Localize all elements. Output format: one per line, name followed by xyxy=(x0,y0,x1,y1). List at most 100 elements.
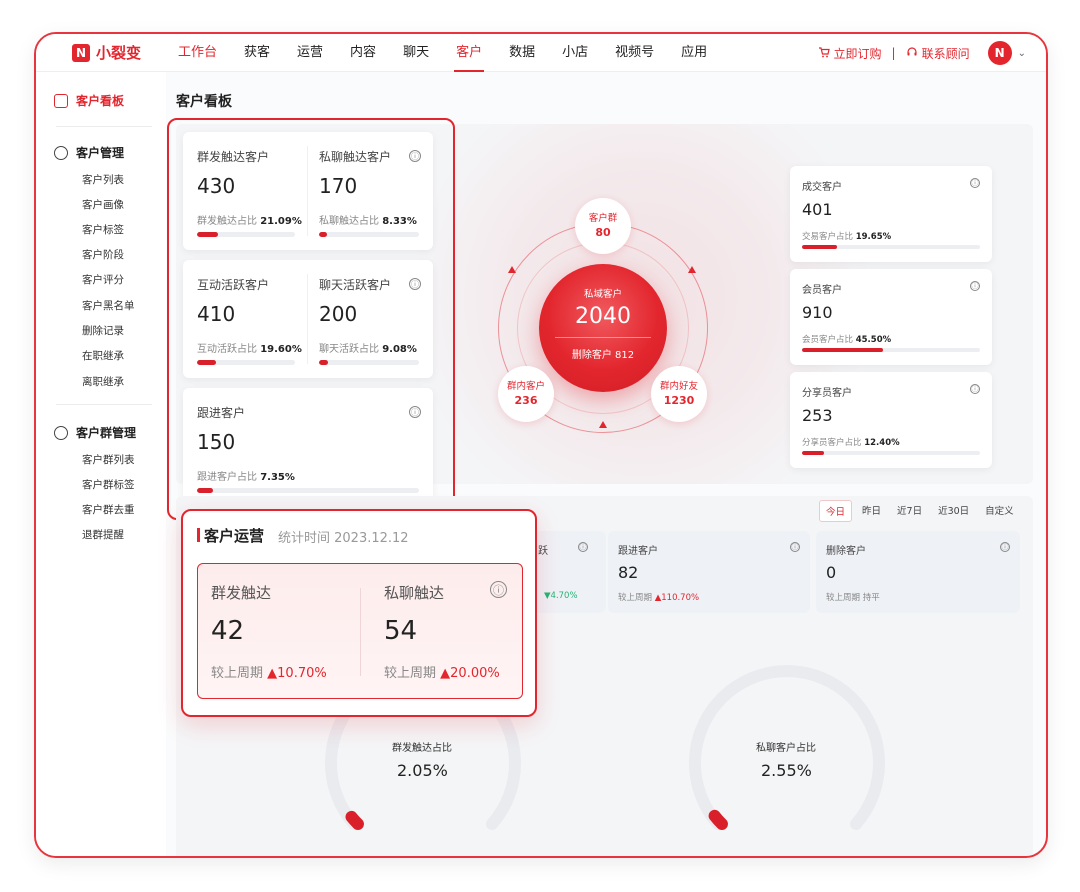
sidebar-item-quit-reminder[interactable]: 退群提醒 xyxy=(82,527,124,542)
nav-operation[interactable]: 运营 xyxy=(297,34,323,72)
info-icon[interactable]: ⓘ xyxy=(970,384,980,394)
metric-label: 删除客户 xyxy=(826,546,866,557)
bubble-in-group-customers[interactable]: 群内客户 236 xyxy=(498,366,554,422)
sidebar-item-group-list[interactable]: 客户群列表 xyxy=(82,452,135,467)
metric-value: 253 xyxy=(802,406,833,425)
sidebar-group-customer-mgmt[interactable]: 客户管理 xyxy=(54,144,124,161)
nav-acquire[interactable]: 获客 xyxy=(244,34,270,72)
gauge-value: 2.05% xyxy=(397,761,448,780)
metric-value: 54 xyxy=(384,616,418,646)
info-icon[interactable]: ⓘ xyxy=(970,178,980,188)
highlight-frame-left xyxy=(167,118,455,520)
info-icon[interactable]: ⓘ xyxy=(970,281,980,291)
metric-value: 910 xyxy=(802,303,833,322)
nav-shop[interactable]: 小店 xyxy=(562,34,588,72)
sidebar-item-resign-inherit[interactable]: 离职继承 xyxy=(82,374,124,389)
sidebar-item-group-dedupe[interactable]: 客户群去重 xyxy=(82,502,135,517)
tab-7days[interactable]: 近7日 xyxy=(891,500,928,522)
private-customers-label: 私域客户 xyxy=(583,289,622,300)
metric-compare: 较上周期 持平 xyxy=(826,593,880,603)
bubble-value: 80 xyxy=(595,226,611,239)
sidebar-item-board[interactable]: 客户看板 xyxy=(54,92,124,109)
metric-value: 82 xyxy=(618,563,639,582)
metric-label: 跃 xyxy=(538,546,548,557)
nav-apps[interactable]: 应用 xyxy=(681,34,707,72)
bubble-group-friends[interactable]: 群内好友 1230 xyxy=(651,366,707,422)
sidebar-group-customer-groups[interactable]: 客户群管理 xyxy=(54,424,136,441)
info-icon[interactable]: ⓘ xyxy=(790,542,800,552)
sidebar-item-delete-records[interactable]: 删除记录 xyxy=(82,323,124,338)
private-customers-value: 2040 xyxy=(575,304,631,329)
ratio-bar xyxy=(802,451,980,455)
sidebar-item-onjob-inherit[interactable]: 在职继承 xyxy=(82,348,124,363)
top-separator: | xyxy=(891,46,896,60)
metric-value: 401 xyxy=(802,200,833,219)
ops-card-followup: 跟进客户 ⓘ 82 较上周期 ▲110.70% xyxy=(608,531,810,613)
gauge-fill xyxy=(708,809,728,831)
sidebar-group-title: 客户群管理 xyxy=(76,426,137,440)
sidebar-item-blacklist[interactable]: 客户黑名单 xyxy=(82,298,135,313)
page-title: 客户看板 xyxy=(176,94,232,110)
popup-metrics: 群发触达 42 较上周期 ▲10.70% 私聊触达 ⓘ 54 较上周期 ▲20.… xyxy=(197,563,523,699)
user-icon xyxy=(54,145,68,160)
gauge-label: 群发触达占比 xyxy=(392,743,452,754)
nav-chat[interactable]: 聊天 xyxy=(403,34,429,72)
bubble-label: 群内好友 xyxy=(659,381,698,392)
info-icon[interactable]: ⓘ xyxy=(1000,542,1010,552)
metric-card-sharer: 分享员客户 ⓘ 253 分享员客户占比 12.40% xyxy=(790,372,992,468)
popup-stat-time: 统计时间 2023.12.12 xyxy=(278,531,409,546)
nav-data[interactable]: 数据 xyxy=(509,34,535,72)
nav-content[interactable]: 内容 xyxy=(350,34,376,72)
logo-text: 小裂变 xyxy=(96,44,142,62)
sidebar-item-customer-profile[interactable]: 客户画像 xyxy=(82,197,124,212)
info-icon[interactable]: ⓘ xyxy=(578,542,588,552)
tab-yesterday[interactable]: 昨日 xyxy=(856,500,887,522)
contact-consultant-link[interactable]: 联系顾问 xyxy=(922,45,970,62)
order-now-link[interactable]: 立即订购 xyxy=(834,45,882,62)
tab-30days[interactable]: 近30日 xyxy=(932,500,975,522)
tab-today[interactable]: 今日 xyxy=(819,500,853,522)
chevron-down-icon[interactable]: ⌄ xyxy=(1018,48,1026,59)
bubble-label: 群内客户 xyxy=(506,381,545,392)
avatar[interactable]: N xyxy=(987,41,1012,65)
title-accent-bar xyxy=(197,528,200,542)
sidebar-mgmt-title: 客户管理 xyxy=(76,146,125,160)
nav-workbench[interactable]: 工作台 xyxy=(178,34,217,72)
period-tabs: 今日 昨日 近7日 近30日 自定义 xyxy=(819,500,1020,522)
sidebar-item-customer-score[interactable]: 客户评分 xyxy=(82,272,124,287)
circle-divider xyxy=(555,337,651,338)
metric-value: 0 xyxy=(826,563,837,582)
nav-customer[interactable]: 客户 xyxy=(454,34,485,72)
metric-value: 42 xyxy=(211,616,245,646)
metric-compare: 较上周期 ▲20.00% xyxy=(384,666,500,681)
gauge-fill xyxy=(345,810,364,831)
sidebar-item-customer-stage[interactable]: 客户阶段 xyxy=(82,247,124,262)
ring-marker xyxy=(599,421,607,428)
metric-card-member: 会员客户 ⓘ 910 会员客户占比 45.50% xyxy=(790,269,992,365)
sidebar-item-group-tags[interactable]: 客户群标签 xyxy=(82,477,135,492)
bubble-value: 1230 xyxy=(663,394,695,407)
metric-card-deal: 成交客户 ⓘ 401 交易客户占比 19.65% xyxy=(790,166,992,262)
ring-marker xyxy=(508,266,516,273)
bubble-label: 客户群 xyxy=(588,213,618,224)
bubble-customer-groups[interactable]: 客户群 80 xyxy=(575,198,631,254)
logo[interactable]: N 小裂变 xyxy=(72,42,141,63)
metric-label: 成交客户 xyxy=(802,182,842,193)
info-icon[interactable]: ⓘ xyxy=(490,581,507,598)
tab-custom[interactable]: 自定义 xyxy=(979,500,1020,522)
popup-divider xyxy=(360,588,361,676)
main-nav: 工作台 获客 运营 内容 聊天 客户 数据 小店 视频号 应用 xyxy=(178,34,734,72)
ratio-bar xyxy=(802,348,980,352)
app-window: N 小裂变 工作台 获客 运营 内容 聊天 客户 数据 小店 视频号 应用 立即… xyxy=(34,32,1048,858)
gauge-value: 2.55% xyxy=(761,761,812,780)
metric-label: 分享员客户 xyxy=(802,388,852,399)
private-customers-circle[interactable]: 私域客户 2040 删除客户 812 xyxy=(539,264,667,392)
sidebar-item-customer-list[interactable]: 客户列表 xyxy=(82,172,124,187)
sidebar-item-customer-tags[interactable]: 客户标签 xyxy=(82,222,124,237)
sidebar: 客户看板 客户管理 客户列表 客户画像 客户标签 客户阶段 客户评分 客户黑名单… xyxy=(36,72,166,856)
metric-ratio: 会员客户占比 45.50% xyxy=(802,335,892,345)
metric-label: 私聊触达 xyxy=(384,584,445,602)
metric-compare: 较上周期 ▲10.70% xyxy=(211,666,327,681)
ops-card-deleted: 删除客户 ⓘ 0 较上周期 持平 xyxy=(816,531,1020,613)
nav-channels[interactable]: 视频号 xyxy=(615,34,654,72)
